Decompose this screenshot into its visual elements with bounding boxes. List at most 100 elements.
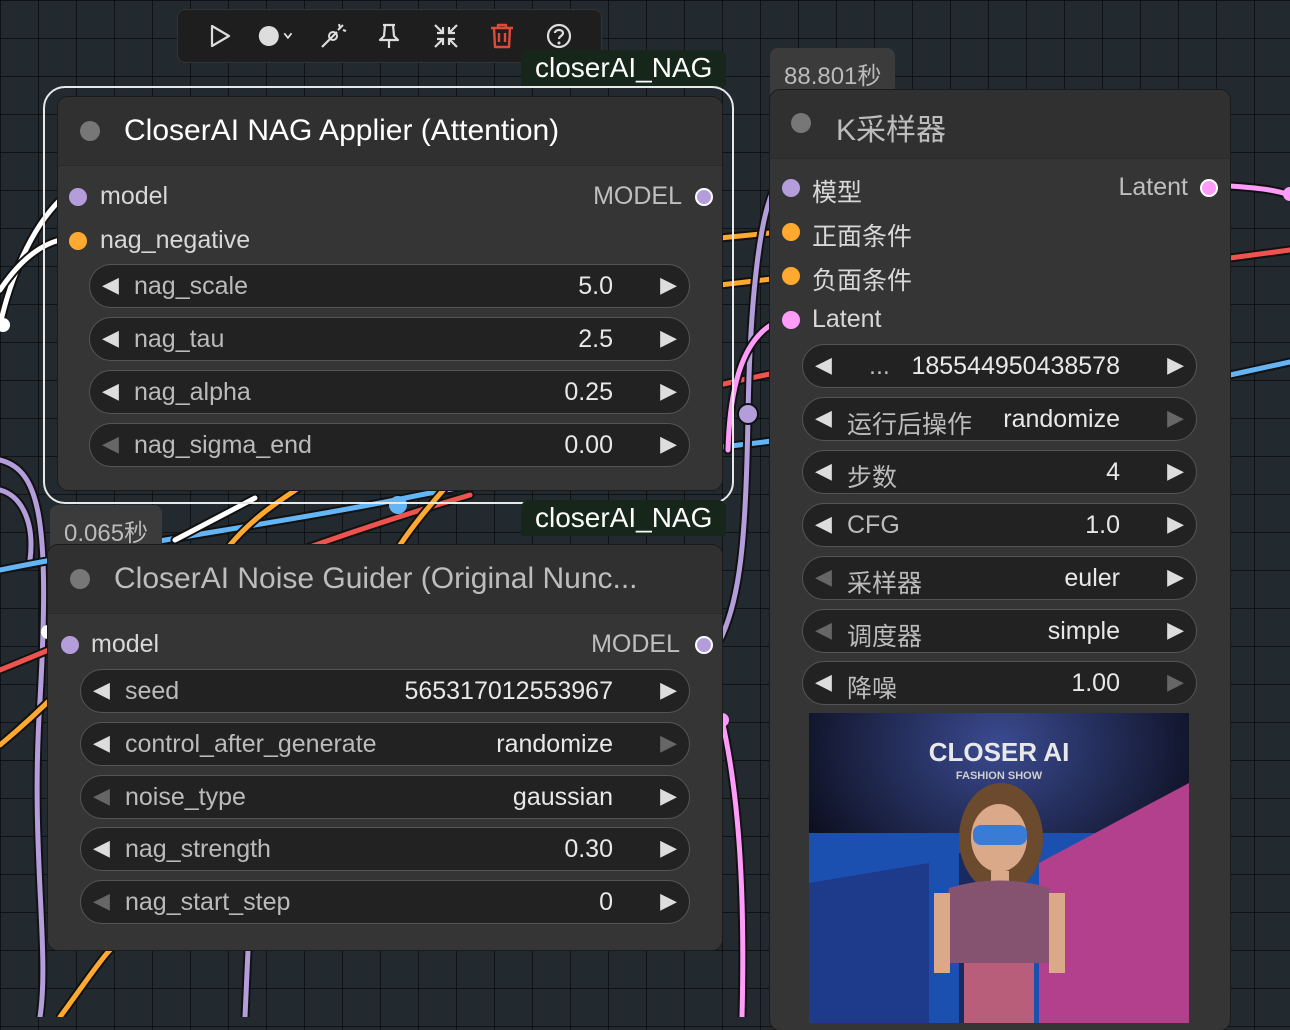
decrement-arrow[interactable]: ◀ [93, 888, 110, 914]
increment-arrow[interactable]: ▶ [660, 888, 677, 914]
decrement-arrow[interactable]: ◀ [93, 835, 110, 861]
output-slot-dot[interactable] [695, 636, 713, 654]
decrement-arrow[interactable]: ◀ [93, 730, 110, 756]
decrement-arrow[interactable]: ◀ [93, 677, 110, 703]
node-header[interactable]: K采样器 [770, 90, 1230, 159]
nag-applier-node[interactable]: CloserAI NAG Applier (Attention) model M… [58, 97, 722, 490]
slot-dot[interactable] [782, 311, 800, 329]
decrement-arrow[interactable]: ◀ [815, 352, 832, 378]
output-slot-dot[interactable] [1200, 179, 1218, 197]
node-header[interactable]: CloserAI NAG Applier (Attention) [58, 97, 722, 166]
decrement-arrow[interactable]: ◀ [815, 511, 832, 537]
increment-arrow[interactable]: ▶ [660, 431, 677, 457]
widget-value: simple [1047, 617, 1120, 645]
widget-value: 5.0 [578, 272, 613, 300]
input-slot-nag-negative[interactable]: nag_negative [58, 221, 722, 261]
output-label: MODEL [591, 630, 680, 658]
increment-arrow[interactable]: ▶ [660, 272, 677, 298]
widget-control-after-generate[interactable]: ◀ control_after_generate randomize ▶ [80, 722, 690, 766]
fashion-show-image: CLOSER AI FASHION SHOW [809, 713, 1189, 1023]
widget-nag-strength[interactable]: ◀ nag_strength 0.30 ▶ [80, 827, 690, 871]
decrement-arrow[interactable]: ◀ [815, 458, 832, 484]
widget-value: 0.25 [564, 378, 613, 406]
widget-control-after-generate[interactable]: ◀ 运行后操作 randomize ▶ [802, 397, 1197, 441]
slot-label: 负面条件 [812, 267, 913, 295]
widget-nag-alpha[interactable]: ◀ nag_alpha 0.25 ▶ [89, 370, 690, 414]
node-header[interactable]: CloserAI Noise Guider (Original Nunc... [48, 545, 722, 614]
widget-value: euler [1064, 564, 1120, 592]
collapse-dot[interactable] [80, 121, 100, 141]
increment-arrow[interactable]: ▶ [1167, 617, 1184, 643]
collapse-dot[interactable] [791, 113, 811, 133]
widget-scheduler[interactable]: ◀ 调度器 simple ▶ [802, 609, 1197, 653]
slot-dot[interactable] [782, 267, 800, 285]
widget-nag-start-step[interactable]: ◀ nag_start_step 0 ▶ [80, 880, 690, 924]
widget-label: noise_type [125, 783, 246, 811]
widget-value: 1.0 [1085, 511, 1120, 539]
increment-arrow[interactable]: ▶ [660, 783, 677, 809]
input-slot-positive[interactable]: 正面条件 [770, 212, 1230, 252]
widget-label: ... [869, 352, 890, 380]
output-slot-dot[interactable] [695, 188, 713, 206]
decrement-arrow[interactable]: ◀ [102, 325, 119, 351]
increment-arrow[interactable]: ▶ [660, 677, 677, 703]
widget-value: 565317012553967 [404, 677, 613, 705]
input-slot-model[interactable]: model MODEL [48, 625, 722, 665]
widget-noise-type[interactable]: ◀ noise_type gaussian ▶ [80, 775, 690, 819]
pin-icon [379, 23, 400, 48]
input-slot-negative[interactable]: 负面条件 [770, 256, 1230, 296]
output-label: MODEL [593, 182, 682, 210]
increment-arrow[interactable]: ▶ [1167, 511, 1184, 537]
input-slot-latent[interactable]: Latent [770, 300, 1230, 340]
decrement-arrow[interactable]: ◀ [102, 431, 119, 457]
increment-arrow[interactable]: ▶ [1167, 405, 1184, 431]
slot-dot[interactable] [782, 179, 800, 197]
widget-value: gaussian [512, 783, 613, 811]
decrement-arrow[interactable]: ◀ [815, 564, 832, 590]
widget-nag-tau[interactable]: ◀ nag_tau 2.5 ▶ [89, 317, 690, 361]
slot-dot[interactable] [782, 223, 800, 241]
circle-dropdown-icon [258, 26, 292, 46]
increment-arrow[interactable]: ▶ [1167, 458, 1184, 484]
widget-seed[interactable]: ◀ seed 565317012553967 ▶ [80, 669, 690, 713]
widget-steps[interactable]: ◀ 步数 4 ▶ [802, 450, 1197, 494]
run-button[interactable] [200, 16, 240, 56]
output-preview-image[interactable]: CLOSER AI FASHION SHOW [809, 713, 1189, 1023]
pin-button[interactable] [369, 16, 409, 56]
widget-nag-sigma-end[interactable]: ◀ nag_sigma_end 0.00 ▶ [89, 423, 690, 467]
decrement-arrow[interactable]: ◀ [815, 617, 832, 643]
decrement-arrow[interactable]: ◀ [102, 272, 119, 298]
increment-arrow[interactable]: ▶ [1167, 669, 1184, 695]
widget-label: 步数 [847, 464, 898, 492]
increment-arrow[interactable]: ▶ [660, 378, 677, 404]
slot-dot[interactable] [69, 188, 87, 206]
collapse-button[interactable] [426, 16, 466, 56]
widget-denoise[interactable]: ◀ 降噪 1.00 ▶ [802, 661, 1197, 705]
delete-button[interactable] [482, 16, 522, 56]
color-button[interactable] [257, 16, 297, 56]
increment-arrow[interactable]: ▶ [660, 325, 677, 351]
bypass-button[interactable] [313, 16, 353, 56]
widget-value: 1.00 [1071, 669, 1120, 697]
slot-dot[interactable] [61, 636, 79, 654]
widget-cfg[interactable]: ◀ CFG 1.0 ▶ [802, 503, 1197, 547]
slot-label: model [91, 630, 160, 658]
slot-dot[interactable] [69, 232, 87, 250]
increment-arrow[interactable]: ▶ [660, 730, 677, 756]
decrement-arrow[interactable]: ◀ [102, 378, 119, 404]
decrement-arrow[interactable]: ◀ [93, 783, 110, 809]
widget-label: control_after_generate [125, 730, 377, 758]
widget-nag-scale[interactable]: ◀ nag_scale 5.0 ▶ [89, 264, 690, 308]
decrement-arrow[interactable]: ◀ [815, 669, 832, 695]
increment-arrow[interactable]: ▶ [660, 835, 677, 861]
widget-seed[interactable]: ◀ ... 185544950438578 ▶ [802, 344, 1197, 388]
increment-arrow[interactable]: ▶ [1167, 352, 1184, 378]
input-slot-model[interactable]: model MODEL [58, 177, 722, 217]
widget-value: 4 [1106, 458, 1120, 486]
decrement-arrow[interactable]: ◀ [815, 405, 832, 431]
collapse-dot[interactable] [70, 569, 90, 589]
widget-sampler[interactable]: ◀ 采样器 euler ▶ [802, 556, 1197, 600]
increment-arrow[interactable]: ▶ [1167, 564, 1184, 590]
input-slot-model[interactable]: 模型 Latent [770, 168, 1230, 208]
noise-guider-node[interactable]: CloserAI Noise Guider (Original Nunc... … [48, 545, 722, 950]
